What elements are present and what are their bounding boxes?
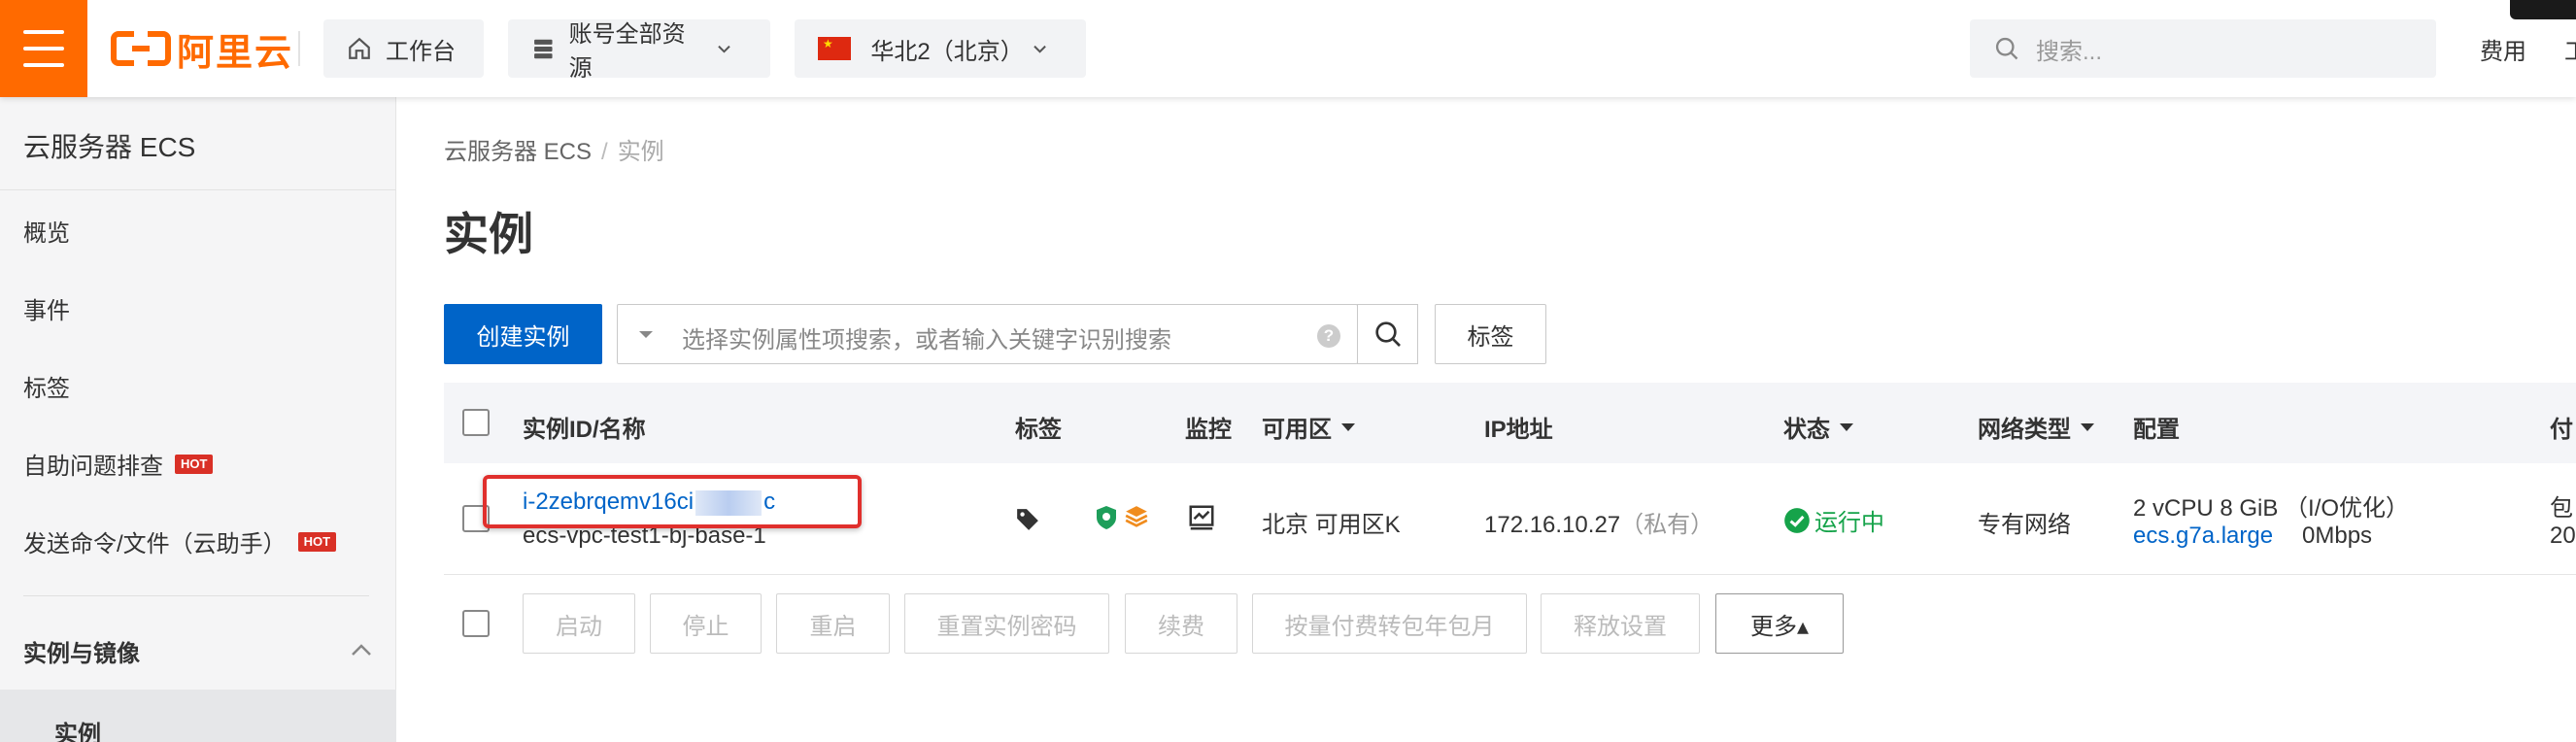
sidebar-item-label: 自助问题排查 <box>23 454 163 480</box>
security-shield-icon[interactable] <box>1095 505 1118 530</box>
sidebar-item-tags[interactable]: 标签 <box>23 369 70 403</box>
breadcrumb-current: 实例 <box>617 139 664 165</box>
chevron-down-icon <box>718 45 730 53</box>
resource-label: 账号全部资源 <box>568 21 686 82</box>
col-tags: 标签 <box>1015 417 1062 443</box>
resource-selector[interactable]: 账号全部资源 <box>508 19 770 82</box>
monitor-chart-icon[interactable] <box>1187 503 1216 532</box>
table-header: 实例ID/名称 标签 监控 可用区 IP地址 状态 网络类型 配置 付 <box>444 383 2576 463</box>
instance-filter-input[interactable]: 选择实例属性项搜索，或者输入关键字识别搜索 ? <box>617 304 1358 364</box>
hot-badge: HOT <box>175 454 214 474</box>
search-icon <box>1374 321 1401 347</box>
sidebar-item-cloud-assistant[interactable]: 发送命令/文件（云助手） HOT <box>23 524 337 558</box>
convert-to-subscription-button[interactable]: 按量付费转包年包月 <box>1252 593 1527 654</box>
caret-down-icon[interactable] <box>639 331 653 338</box>
payment-type: 包 <box>2550 495 2573 522</box>
bulk-select-checkbox[interactable] <box>462 610 490 637</box>
hot-badge: HOT <box>297 531 337 552</box>
divider <box>0 189 396 190</box>
zone-value: 北京 可用区K <box>1262 512 1401 538</box>
col-zone[interactable]: 可用区 <box>1262 410 1355 444</box>
col-config: 配置 <box>2133 417 2180 443</box>
sidebar: 云服务器 ECS 概览 事件 标签 自助问题排查 HOT 发送命令/文件（云助手… <box>0 97 396 742</box>
sidebar-item-instances[interactable]: 实例 <box>0 690 396 742</box>
col-monitor: 监控 <box>1185 417 1232 443</box>
billing-link[interactable]: 费用 <box>2480 32 2526 66</box>
annotation-highlight-box <box>483 475 862 528</box>
tooltip-edge <box>2510 0 2576 19</box>
ticket-link[interactable]: 工 <box>2564 32 2576 66</box>
select-all-checkbox[interactable] <box>462 409 490 436</box>
sidebar-item-troubleshoot[interactable]: 自助问题排查 HOT <box>23 447 214 481</box>
check-circle-icon <box>1784 507 1810 533</box>
ip-address: 172.16.10.27（私有） <box>1484 512 1714 538</box>
filter-placeholder: 选择实例属性项搜索，或者输入关键字识别搜索 <box>682 327 1171 354</box>
menu-icon[interactable] <box>0 0 87 97</box>
sidebar-item-label: 事件 <box>23 298 70 324</box>
sidebar-item-overview[interactable]: 概览 <box>23 214 70 248</box>
search-icon <box>1995 37 2018 60</box>
config-spec: 2 vCPU 8 GiB （I/O优化） <box>2133 495 2410 522</box>
col-instance-id: 实例ID/名称 <box>523 417 646 443</box>
release-settings-button[interactable]: 释放设置 <box>1541 593 1700 654</box>
tag-icon[interactable] <box>1015 507 1040 532</box>
status-badge: 运行中 <box>1783 503 1884 537</box>
global-search-input[interactable]: 搜索... <box>1970 19 2436 78</box>
renew-button[interactable]: 续费 <box>1125 593 1237 654</box>
search-button[interactable] <box>1357 304 1418 364</box>
workbench-label: 工作台 <box>386 38 456 65</box>
china-flag-icon <box>818 37 852 60</box>
divider <box>23 595 369 596</box>
filter-triangle-icon <box>1341 422 1355 431</box>
ip-type: （私有） <box>1620 512 1714 538</box>
col-ip: IP地址 <box>1484 417 1553 443</box>
top-navbar: 阿里云 工作台 账号全部资源 华北2（北京） 搜索... 费用 工 <box>0 0 2576 97</box>
page-title: 实例 <box>444 209 533 259</box>
sidebar-item-events[interactable]: 事件 <box>23 291 70 325</box>
global-search-placeholder: 搜索... <box>2036 38 2103 65</box>
filter-triangle-icon <box>1840 422 1853 431</box>
sidebar-item-label: 发送命令/文件（云助手） <box>23 531 287 557</box>
divider <box>298 31 300 66</box>
workbench-button[interactable]: 工作台 <box>323 19 484 78</box>
restart-button[interactable]: 重启 <box>776 593 890 654</box>
home-icon <box>349 37 370 59</box>
col-network-type[interactable]: 网络类型 <box>1978 410 2094 444</box>
aliyun-logo-mark <box>111 31 171 66</box>
region-label: 华北2（北京） <box>870 38 1024 65</box>
stack-icon[interactable] <box>1124 504 1149 529</box>
sidebar-group-instances-images[interactable]: 实例与镜像 <box>23 634 373 668</box>
sidebar-title: 云服务器 ECS <box>23 132 196 162</box>
logo-text: 阿里云 <box>177 32 294 74</box>
server-icon <box>534 39 553 59</box>
payment-date: 20 <box>2550 523 2576 549</box>
sidebar-group-label: 实例与镜像 <box>23 641 140 667</box>
col-status[interactable]: 状态 <box>1783 410 1853 444</box>
sidebar-item-label: 概览 <box>23 220 70 247</box>
tag-filter-button[interactable]: 标签 <box>1435 304 1546 364</box>
region-selector[interactable]: 华北2（北京） <box>795 19 1086 78</box>
breadcrumb: 云服务器 ECS / 实例 <box>444 139 664 165</box>
reset-password-button[interactable]: 重置实例密码 <box>904 593 1109 654</box>
help-icon[interactable]: ? <box>1317 324 1340 348</box>
breadcrumb-ecs-link[interactable]: 云服务器 ECS <box>444 139 592 165</box>
bandwidth: 0Mbps <box>2302 523 2373 549</box>
filter-triangle-icon <box>2081 422 2094 431</box>
network-type: 专有网络 <box>1978 512 2071 538</box>
chevron-down-icon <box>1034 45 1046 53</box>
chevron-up-icon <box>352 644 371 656</box>
sidebar-item-label: 标签 <box>23 376 70 402</box>
create-instance-button[interactable]: 创建实例 <box>444 304 602 364</box>
instance-type-link[interactable]: ecs.g7a.large <box>2133 523 2273 550</box>
aliyun-logo[interactable]: 阿里云 <box>111 27 293 74</box>
start-button[interactable]: 启动 <box>523 593 635 654</box>
more-actions-button[interactable]: 更多▴ <box>1715 593 1844 654</box>
stop-button[interactable]: 停止 <box>650 593 762 654</box>
col-payment: 付 <box>2550 417 2573 443</box>
sidebar-item-label: 实例 <box>54 722 101 742</box>
